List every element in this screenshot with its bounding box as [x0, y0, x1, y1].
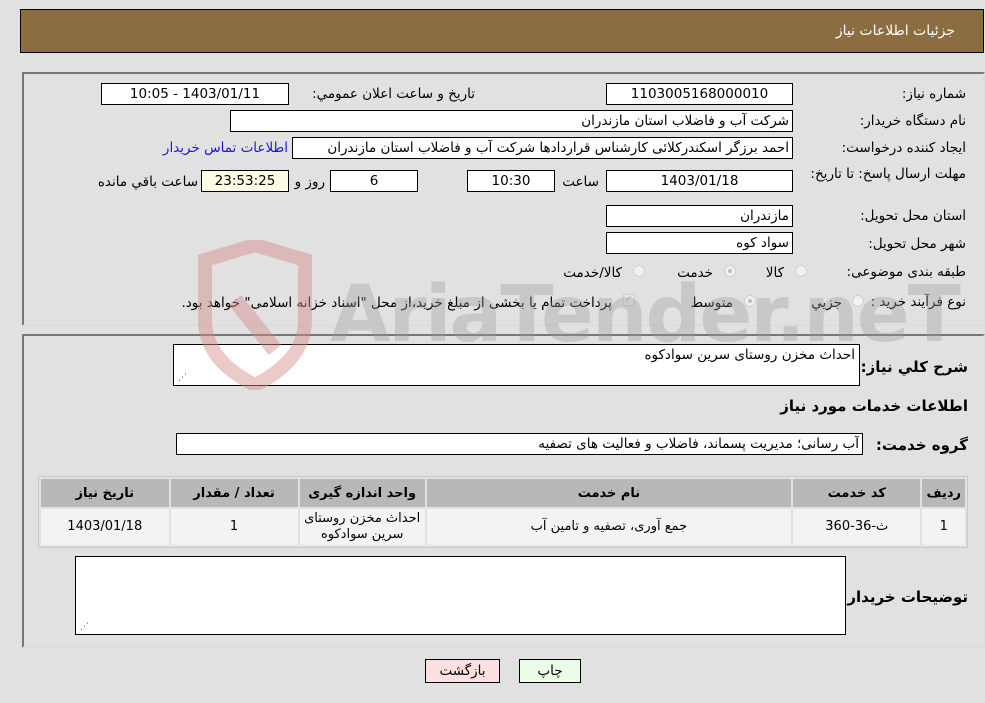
cell-quantity: 1	[170, 509, 298, 545]
resize-grip-icon[interactable]: ⋰	[177, 373, 187, 383]
buyer-notes-textarea[interactable]: ⋰	[75, 556, 846, 635]
description-textarea[interactable]: احداث مخزن روستای سرین سوادکوه ⋰	[173, 344, 860, 386]
buyer-notes-label: توضیحات خریدار:	[841, 588, 968, 606]
service-group-field[interactable]: آب رسانی؛ مدیریت پسماند، فاضلاب و فعالیت…	[176, 433, 863, 455]
buyer-org-field[interactable]: شرکت آب و فاضلاب استان مازندران	[230, 110, 793, 132]
category-radio-goods-service[interactable]	[633, 265, 645, 277]
province-label: استان محل تحویل:	[860, 208, 966, 224]
category-radio-goods[interactable]	[795, 265, 807, 277]
cell-service-name: جمع آوری، تصفیه و تامین آب	[426, 509, 792, 545]
category-option-goods-service: کالا/خدمت	[563, 265, 622, 281]
days-remaining-field[interactable]: 6	[330, 170, 418, 192]
process-radio-medium[interactable]	[744, 295, 756, 307]
announce-label: تاریخ و ساعت اعلان عمومي:	[312, 86, 475, 102]
page-header: جزئیات اطلاعات نیاز	[20, 9, 984, 53]
buyer-contact-link[interactable]: اطلاعات تماس خريدار	[163, 140, 288, 156]
description-text: احداث مخزن روستای سرین سوادکوه	[644, 347, 855, 363]
col-row-number: ردیف	[922, 479, 965, 507]
process-option-minor: جزيي	[811, 295, 842, 311]
back-button[interactable]: بازگشت	[425, 659, 500, 683]
deadline-date-field[interactable]: 1403/01/18	[606, 170, 793, 192]
category-option-goods: کالا	[765, 265, 784, 281]
deadline-label: مهلت ارسال پاسخ: تا تاریخ:	[810, 166, 966, 182]
province-field[interactable]: مازندران	[606, 205, 793, 227]
table-row: 1 ث-36-360 جمع آوری، تصفیه و تامین آب اح…	[41, 509, 965, 545]
cell-service-code: ث-36-360	[793, 509, 921, 545]
cell-need-date: 1403/01/18	[41, 509, 169, 545]
announce-datetime-field[interactable]: 1403/01/11 - 10:05	[101, 83, 289, 105]
category-radio-service[interactable]	[724, 265, 736, 277]
city-label: شهر محل تحویل:	[868, 236, 966, 252]
col-quantity: تعداد / مقدار	[170, 479, 298, 507]
remaining-time-counter: 23:53:25	[201, 170, 289, 192]
col-service-name: نام خدمت	[426, 479, 792, 507]
process-label: نوع فرآیند خرید :	[870, 294, 966, 310]
creator-field[interactable]: احمد برزگر اسکندرکلائی کارشناس قراردادها…	[292, 137, 793, 159]
description-label: شرح کلي نياز:	[860, 358, 968, 376]
deadline-time-field[interactable]: 10:30	[467, 170, 555, 192]
category-option-service: خدمت	[677, 265, 713, 281]
treasury-note: پرداخت تمام یا بخشی از مبلغ خرید،از محل …	[181, 295, 612, 311]
deadline-time-label: ساعت	[562, 174, 599, 190]
remaining-time-label: ساعت باقي مانده	[97, 174, 198, 190]
need-number-label: شماره نیاز:	[901, 86, 966, 102]
cell-unit: احداث مخزن روستای سرین سوادکوه	[299, 509, 425, 545]
services-heading: اطلاعات خدمات مورد نیاز	[780, 397, 968, 415]
resize-grip-icon[interactable]: ⋰	[79, 622, 89, 632]
process-radio-minor[interactable]	[852, 295, 864, 307]
category-label: طبقه بندی موضوعی:	[846, 264, 966, 280]
services-table: ردیف کد خدمت نام خدمت واحد اندازه گیری ت…	[38, 476, 968, 548]
col-need-date: تاریخ نیاز	[41, 479, 169, 507]
col-unit: واحد اندازه گیری	[299, 479, 425, 507]
table-header-row: ردیف کد خدمت نام خدمت واحد اندازه گیری ت…	[41, 479, 965, 507]
need-number-field[interactable]: 1103005168000010	[606, 83, 793, 105]
print-button[interactable]: چاپ	[519, 659, 581, 683]
col-service-code: کد خدمت	[793, 479, 921, 507]
creator-label: ایجاد کننده درخواست:	[841, 140, 966, 156]
process-option-medium: متوسط	[690, 295, 733, 311]
city-field[interactable]: سواد کوه	[606, 232, 793, 254]
treasury-checkbox[interactable]: ✓	[623, 294, 635, 306]
buyer-org-label: نام دستگاه خريدار:	[859, 113, 966, 129]
page-title: جزئیات اطلاعات نیاز	[835, 23, 955, 39]
days-label: روز و	[294, 174, 325, 190]
services-table-wrapper: ردیف کد خدمت نام خدمت واحد اندازه گیری ت…	[38, 476, 968, 548]
cell-row-number: 1	[922, 509, 965, 545]
service-group-label: گروه خدمت:	[875, 436, 968, 454]
